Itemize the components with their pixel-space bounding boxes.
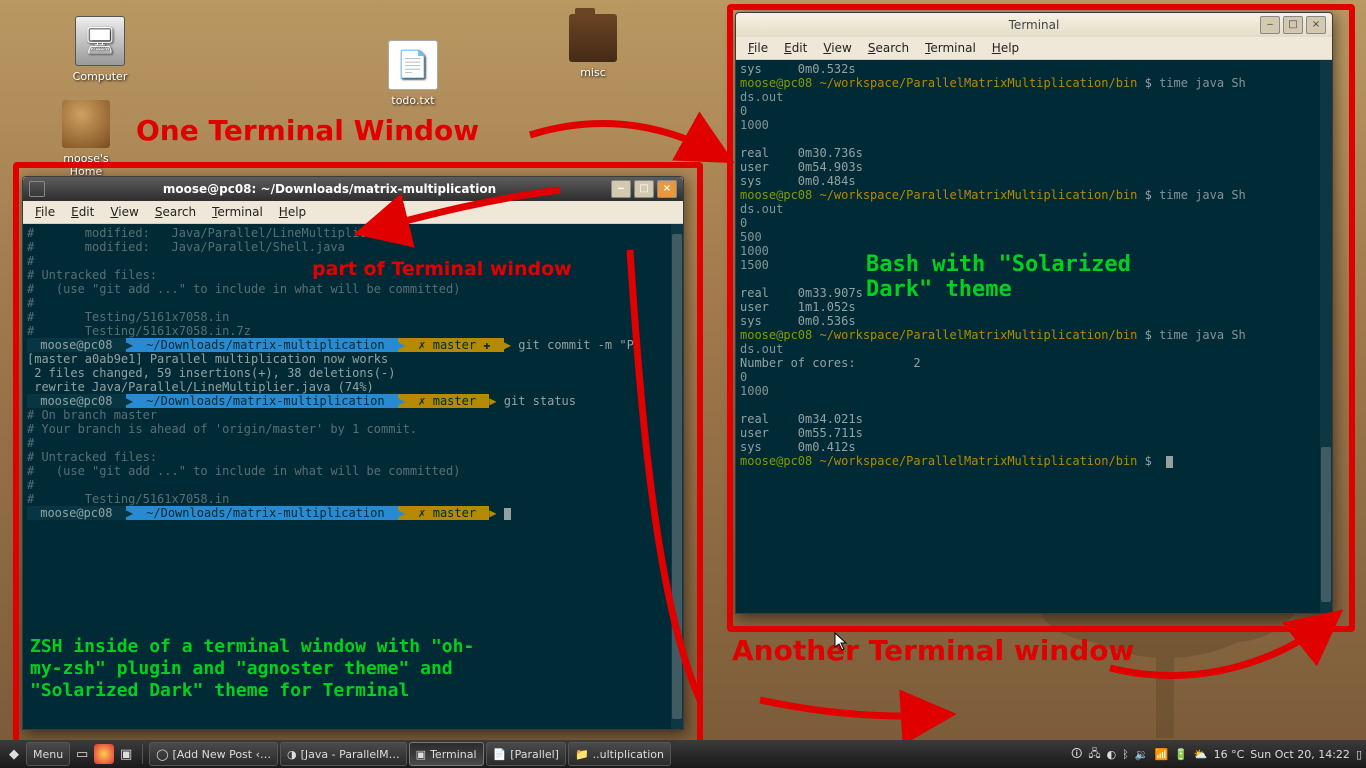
menu-file[interactable]: File <box>740 39 776 57</box>
task-button[interactable]: 📁..ultiplication <box>568 742 671 766</box>
task-button[interactable]: 📄[Parallel] <box>486 742 566 766</box>
folder-icon <box>569 14 617 62</box>
icon-label: todo.txt <box>375 94 451 107</box>
annotation-text-another-terminal: Another Terminal window <box>732 634 1134 667</box>
start-menu-icon[interactable]: ◆ <box>4 744 24 764</box>
network-icon[interactable]: 🖧 <box>1088 745 1100 764</box>
menu-view[interactable]: View <box>815 39 859 57</box>
chrome-icon[interactable] <box>94 744 114 764</box>
terminal-output[interactable]: # modified: Java/Parallel/LineMultiplier… <box>23 224 683 729</box>
scrollbar-thumb[interactable] <box>672 234 682 719</box>
terminal-window-left[interactable]: moose@pc08: ~/Downloads/matrix-multiplic… <box>22 176 684 730</box>
battery-icon[interactable]: 🔋 <box>1174 748 1188 761</box>
icon-label: misc <box>555 66 631 79</box>
window-title: moose@pc08: ~/Downloads/matrix-multiplic… <box>51 182 608 196</box>
menu-edit[interactable]: Edit <box>776 39 815 57</box>
menubar[interactable]: File Edit View Search Terminal Help <box>23 201 683 224</box>
taskbar[interactable]: ◆ Menu ▭ ▣ ◯[Add New Post ‹… ◑[Java - Pa… <box>0 740 1366 768</box>
menu-view[interactable]: View <box>102 203 146 221</box>
menu-search[interactable]: Search <box>860 39 917 57</box>
menu-button[interactable]: Menu <box>26 742 70 766</box>
eclipse-icon: ◑ <box>287 748 297 761</box>
window-icon <box>29 181 45 197</box>
minimize-button[interactable]: ‒ <box>1260 16 1280 34</box>
window-title: Terminal <box>742 18 1326 32</box>
menu-edit[interactable]: Edit <box>63 203 102 221</box>
titlebar[interactable]: Terminal ‒ □ × <box>736 13 1332 37</box>
menu-search[interactable]: Search <box>147 203 204 221</box>
task-button[interactable]: ◑[Java - ParallelM… <box>280 742 407 766</box>
menu-file[interactable]: File <box>27 203 63 221</box>
show-desktop-icon[interactable]: ▭ <box>72 744 92 764</box>
menu-terminal[interactable]: Terminal <box>204 203 271 221</box>
maximize-button[interactable]: □ <box>634 180 654 198</box>
clock[interactable]: Sun Oct 20, 14:22 <box>1250 748 1350 761</box>
menu-help[interactable]: Help <box>984 39 1027 57</box>
annotation-text-one-terminal: One Terminal Window <box>136 114 479 147</box>
icon-label: Computer <box>62 70 138 83</box>
terminal-icon: ▣ <box>416 748 426 761</box>
tray-icon[interactable]: ▯ <box>1356 748 1362 761</box>
mouse-cursor <box>834 632 848 652</box>
terminal-window-right[interactable]: Terminal ‒ □ × File Edit View Search Ter… <box>735 12 1333 614</box>
scrollbar[interactable] <box>1320 60 1332 613</box>
task-button[interactable]: ▣Terminal <box>409 742 484 766</box>
chrome-icon: ◯ <box>156 748 168 761</box>
menubar[interactable]: File Edit View Search Terminal Help <box>736 37 1332 60</box>
desktop-icon-home[interactable]: moose's Home <box>48 100 124 178</box>
minimize-button[interactable]: ‒ <box>611 180 631 198</box>
scrollbar-thumb[interactable] <box>1321 447 1331 602</box>
maximize-button[interactable]: □ <box>1283 16 1303 34</box>
close-button[interactable]: × <box>1306 16 1326 34</box>
scrollbar[interactable] <box>671 224 683 729</box>
terminal-output[interactable]: sys 0m0.532smoose@pc08 ~/workspace/Paral… <box>736 60 1332 613</box>
nautilus-icon: 📁 <box>575 748 589 761</box>
bluetooth-icon[interactable]: ᛒ <box>1122 748 1129 761</box>
tray-icon[interactable]: 🛈 <box>1071 745 1082 764</box>
file-icon: 📄 <box>388 40 438 90</box>
task-button[interactable]: ◯[Add New Post ‹… <box>149 742 278 766</box>
terminal-launcher-icon[interactable]: ▣ <box>116 744 136 764</box>
wifi-icon[interactable]: 📶 <box>1155 748 1169 761</box>
menu-terminal[interactable]: Terminal <box>917 39 984 57</box>
volume-icon[interactable]: 🔉 <box>1135 748 1149 761</box>
desktop-icon-computer[interactable]: 🖥 Computer <box>62 16 138 83</box>
computer-icon: 🖥 <box>75 16 125 66</box>
home-icon <box>62 100 110 148</box>
menu-help[interactable]: Help <box>271 203 314 221</box>
tray-icon[interactable]: ◐ <box>1107 748 1117 761</box>
icon-label: moose's Home <box>48 152 124 178</box>
weather-temp: 16 °C <box>1214 748 1245 761</box>
close-button[interactable]: × <box>657 180 677 198</box>
titlebar[interactable]: moose@pc08: ~/Downloads/matrix-multiplic… <box>23 177 683 201</box>
gedit-icon: 📄 <box>493 748 507 761</box>
separator <box>142 744 143 764</box>
desktop-icon-misc[interactable]: misc <box>555 14 631 79</box>
system-tray[interactable]: 🛈 🖧 ◐ ᛒ 🔉 📶 🔋 ⛅ 16 °C Sun Oct 20, 14:22 … <box>1071 745 1362 764</box>
weather-icon[interactable]: ⛅ <box>1194 748 1208 761</box>
desktop-icon-todo[interactable]: 📄 todo.txt <box>375 40 451 107</box>
